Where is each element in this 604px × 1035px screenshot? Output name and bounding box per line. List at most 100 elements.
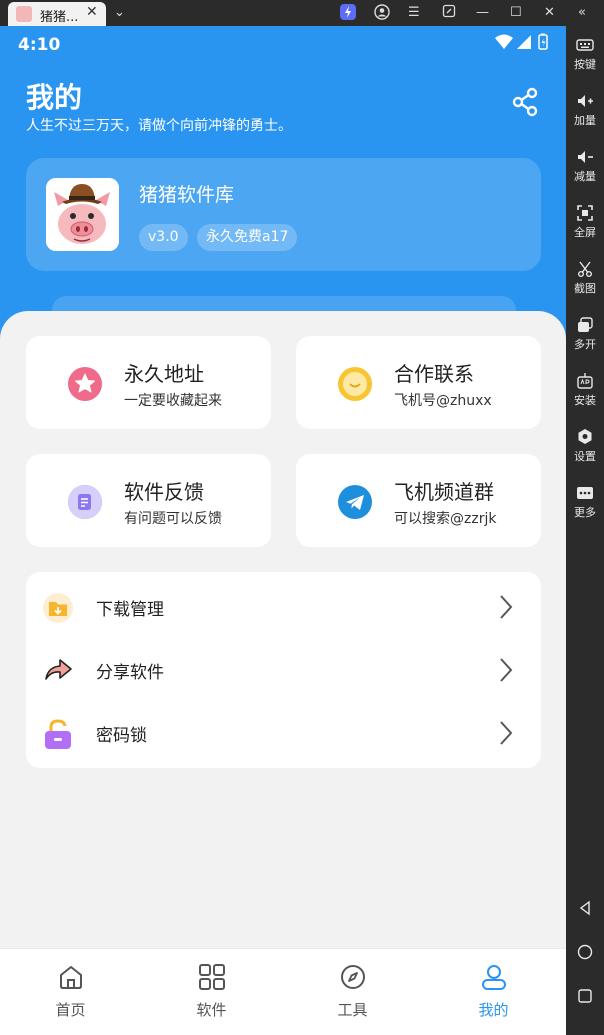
android-home-icon[interactable] (575, 944, 595, 964)
gear-icon (576, 428, 594, 446)
app-tab[interactable]: 猪猪... ✕ (8, 2, 106, 26)
tile-permanent-address[interactable]: 永久地址 一定要收藏起来 (26, 336, 271, 429)
sidebar-item-settings[interactable]: 设置 (566, 424, 604, 476)
app-info-card[interactable]: 猪猪软件库 v3.0 永久免费a17 (26, 158, 541, 271)
tab-profile[interactable]: 我的 (423, 949, 564, 1035)
download-folder-icon (43, 593, 73, 623)
sidebar-label: 截图 (574, 282, 596, 295)
sidebar-item-keys[interactable]: 按键 (566, 32, 604, 84)
list-item-share-software[interactable]: 分享软件 (26, 639, 541, 701)
list-label: 下载管理 (96, 600, 164, 620)
sidebar-label: 按键 (574, 58, 596, 71)
page-subtitle: 人生不过三万天，请做个向前冲锋的勇士。 (26, 118, 292, 134)
tile-subtitle: 一定要收藏起来 (124, 393, 222, 409)
collapse-sidebar-icon[interactable]: « (578, 4, 586, 22)
sidebar-label: 安装 (574, 394, 596, 407)
tile-title: 永久地址 (124, 362, 204, 386)
sidebar-item-volume-up[interactable]: 加量 (566, 88, 604, 140)
tile-title: 软件反馈 (124, 480, 204, 504)
emulator-side-toolbar: 按键 加量 减量 全屏 截图 多开 安装 设置 更多 (566, 26, 604, 1035)
account-icon[interactable] (374, 4, 390, 26)
tab-dropdown-icon[interactable]: ⌄ (114, 4, 125, 22)
sidebar-item-more[interactable]: 更多 (566, 480, 604, 532)
minimize-icon[interactable]: — (476, 4, 489, 22)
feedback-icon (68, 485, 102, 519)
nav-label: 软件 (196, 1001, 227, 1019)
tile-subtitle: 有问题可以反馈 (124, 511, 222, 527)
sidebar-label: 减量 (574, 170, 596, 183)
sidebar-item-install[interactable]: 安装 (566, 368, 604, 420)
tab-close-icon[interactable]: ✕ (86, 4, 98, 20)
tile-telegram-channel[interactable]: 飞机频道群 可以搜索@zzrjk (296, 454, 541, 547)
tile-cooperation-contact[interactable]: 合作联系 飞机号@zhuxx (296, 336, 541, 429)
signal-icon (517, 35, 531, 49)
compass-icon (340, 965, 365, 989)
android-back-icon[interactable] (575, 900, 595, 920)
lock-icon (45, 719, 71, 749)
sidebar-label: 更多 (574, 506, 596, 519)
multi-instance-icon (576, 316, 594, 334)
user-icon (481, 965, 506, 990)
list-label: 分享软件 (96, 663, 164, 683)
list-item-download-manager[interactable]: 下载管理 (26, 576, 541, 638)
tile-title: 合作联系 (394, 362, 474, 386)
sidebar-label: 多开 (574, 338, 596, 351)
status-icons (494, 33, 550, 55)
pin-window-icon[interactable] (442, 4, 456, 24)
profile-header: 4:10 我的 人生不过三万天，请做个向前冲锋的勇士。 猪猪软件库 v3.0 永… (0, 26, 566, 356)
sidebar-item-fullscreen[interactable]: 全屏 (566, 200, 604, 252)
pig-logo-icon (46, 178, 119, 251)
pig-favicon-icon (16, 6, 32, 22)
settings-list: 下载管理 分享软件 密码锁 (26, 572, 541, 768)
tab-title: 猪猪... (40, 10, 79, 25)
sidebar-item-multi[interactable]: 多开 (566, 312, 604, 364)
sidebar-label: 全屏 (574, 226, 596, 239)
tab-tools[interactable]: 工具 (282, 949, 423, 1035)
sidebar-item-screenshot[interactable]: 截图 (566, 256, 604, 308)
chevron-right-icon (500, 721, 513, 745)
share-arrow-icon (45, 659, 72, 680)
wifi-icon (495, 34, 513, 49)
version-badge: v3.0 (139, 224, 188, 251)
tab-software[interactable]: 软件 (141, 949, 282, 1035)
sidebar-item-volume-down[interactable]: 减量 (566, 144, 604, 196)
android-recents-icon[interactable] (575, 988, 595, 1008)
phone-screen: 4:10 我的 人生不过三万天，请做个向前冲锋的勇士。 猪猪软件库 v3.0 永… (0, 26, 566, 1035)
tab-home[interactable]: 首页 (0, 949, 141, 1035)
grid-icon (198, 964, 225, 990)
more-icon (576, 484, 594, 502)
bottom-navigation: 首页 软件 工具 我的 (0, 948, 566, 1035)
scissors-icon (576, 260, 594, 278)
assistant-icon[interactable] (340, 4, 356, 26)
chevron-right-icon (500, 595, 513, 619)
emulator-title-bar: 猪猪... ✕ ⌄ ☰ — ☐ ✕ « (0, 0, 604, 26)
maximize-icon[interactable]: ☐ (510, 4, 522, 22)
volume-down-icon (576, 148, 594, 166)
volume-up-icon (576, 92, 594, 110)
sidebar-label: 设置 (574, 450, 596, 463)
tile-title: 飞机频道群 (394, 480, 494, 504)
sidebar-label: 加量 (574, 114, 596, 127)
nav-label: 首页 (55, 1001, 86, 1019)
home-icon (59, 966, 82, 989)
list-label: 密码锁 (96, 726, 147, 746)
tile-subtitle: 飞机号@zhuxx (394, 393, 492, 409)
tile-software-feedback[interactable]: 软件反馈 有问题可以反馈 (26, 454, 271, 547)
app-name: 猪猪软件库 (139, 184, 235, 206)
smile-icon (338, 367, 372, 401)
nav-label: 工具 (337, 1001, 368, 1019)
list-item-password-lock[interactable]: 密码锁 (26, 702, 541, 764)
keyboard-icon (576, 36, 594, 54)
status-time: 4:10 (18, 35, 61, 55)
nav-label: 我的 (478, 1001, 509, 1019)
fullscreen-icon (576, 204, 594, 222)
share-icon[interactable] (510, 86, 542, 118)
menu-icon[interactable]: ☰ (408, 4, 420, 22)
license-badge: 永久免费a17 (197, 224, 298, 251)
close-window-icon[interactable]: ✕ (544, 4, 555, 22)
telegram-icon (338, 485, 372, 519)
page-title: 我的 (26, 81, 83, 114)
apk-icon (576, 372, 594, 390)
star-icon (68, 367, 102, 401)
chevron-right-icon (500, 658, 513, 682)
